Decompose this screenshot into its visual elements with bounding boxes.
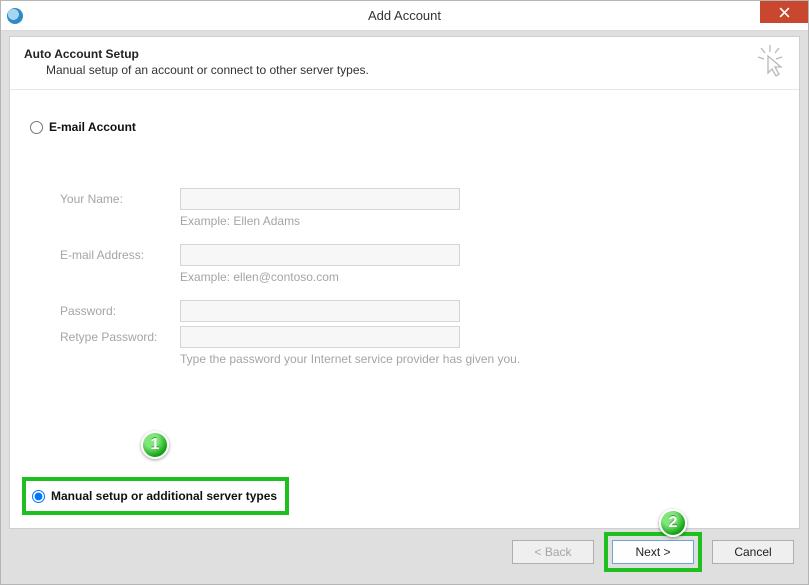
callout-highlight-1: Manual setup or additional server types (22, 477, 289, 515)
radio-email-account-input[interactable] (30, 121, 43, 134)
your-name-label: Your Name: (60, 192, 180, 206)
password-input (180, 300, 460, 322)
wizard-title: Auto Account Setup (24, 47, 785, 61)
email-address-hint: Example: ellen@contoso.com (180, 270, 779, 284)
password-hint: Type the password your Internet service … (180, 352, 779, 366)
wizard-content: Auto Account Setup Manual setup of an ac… (9, 36, 800, 529)
email-address-input (180, 244, 460, 266)
window-title: Add Account (1, 8, 808, 23)
email-address-label: E-mail Address: (60, 248, 180, 262)
app-icon (7, 8, 23, 24)
your-name-hint: Example: Ellen Adams (180, 214, 779, 228)
close-button[interactable] (760, 1, 808, 23)
callout-badge-1: 1 (141, 431, 169, 459)
back-button: < Back (512, 540, 594, 564)
titlebar: Add Account (1, 1, 808, 31)
your-name-input (180, 188, 460, 210)
wizard-body: E-mail Account Your Name: Example: Ellen… (10, 90, 799, 525)
radio-email-account[interactable]: E-mail Account (30, 118, 779, 136)
add-account-window: Add Account Auto Account Setup Manual se… (0, 0, 809, 585)
fields-group: Your Name: Example: Ellen Adams E-mail A… (60, 188, 779, 366)
radio-manual-setup-label: Manual setup or additional server types (51, 489, 277, 503)
wizard-footer: < Back Next > Cancel (512, 532, 794, 572)
cursor-icon (755, 45, 785, 82)
callout-badge-2: 2 (659, 509, 687, 537)
radio-email-account-label: E-mail Account (49, 120, 136, 134)
retype-password-label: Retype Password: (60, 330, 180, 344)
retype-password-input (180, 326, 460, 348)
radio-manual-setup-input[interactable] (32, 490, 45, 503)
wizard-subtitle: Manual setup of an account or connect to… (46, 63, 785, 77)
cancel-button[interactable]: Cancel (712, 540, 794, 564)
next-button[interactable]: Next > (612, 540, 694, 564)
close-icon (779, 7, 790, 18)
password-label: Password: (60, 304, 180, 318)
callout-highlight-2: Next > (604, 532, 702, 572)
wizard-header: Auto Account Setup Manual setup of an ac… (10, 37, 799, 90)
radio-manual-setup[interactable]: Manual setup or additional server types (32, 487, 277, 505)
